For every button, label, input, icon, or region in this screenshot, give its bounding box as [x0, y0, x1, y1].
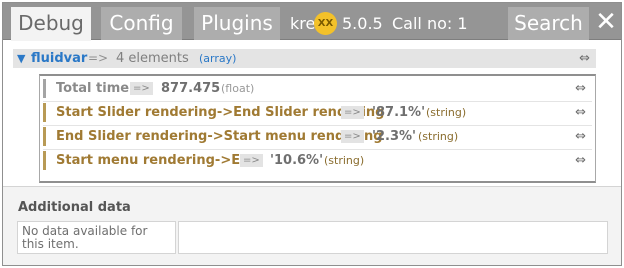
row-divider: [43, 149, 592, 150]
row-divider: [43, 125, 592, 126]
tab-debug[interactable]: Debug: [11, 7, 91, 41]
debug-panel: Debug Config Plugins kre XX 5.0.5 Call n…: [2, 2, 622, 266]
no-data-message: No data available for this item.: [17, 221, 176, 254]
additional-data-section: Additional data No data available for th…: [3, 186, 621, 265]
item-key: End Slider rendering->Start menu renderi…: [56, 129, 383, 144]
additional-data-title: Additional data: [18, 200, 131, 215]
arrow-operator: =>: [341, 130, 364, 143]
type-label: (string): [426, 106, 467, 119]
item-key: Start menu rendering->End: [56, 153, 259, 168]
expand-icon[interactable]: ⇔: [575, 151, 586, 170]
tab-config[interactable]: Config: [101, 7, 182, 40]
collapse-arrow-icon[interactable]: ▼: [17, 49, 25, 68]
xx-badge-icon: XX: [314, 12, 337, 35]
detail-box: [178, 221, 608, 254]
list-item[interactable]: Start Slider rendering->End Slider rende…: [43, 103, 592, 122]
item-key: Total time: [56, 81, 130, 96]
version-label: 5.0.5: [342, 14, 383, 33]
item-value: '87.1%': [372, 105, 426, 120]
kre-label: kre: [290, 14, 316, 33]
variable-children: Total time => 877.475 (float) ⇔ Start Sl…: [39, 74, 596, 183]
item-key: Start Slider rendering->End Slider rende…: [56, 105, 385, 120]
toolbar: Debug Config Plugins kre XX 5.0.5 Call n…: [3, 3, 621, 41]
expand-icon[interactable]: ⇔: [575, 79, 586, 98]
item-value: 877.475: [161, 81, 221, 96]
item-value: '2.3%': [372, 129, 417, 144]
expand-icon[interactable]: ⇔: [575, 103, 586, 122]
row-divider: [43, 101, 592, 102]
call-number: Call no: 1: [392, 14, 468, 33]
tab-plugins[interactable]: Plugins: [194, 7, 280, 40]
type-label: (array): [199, 52, 237, 65]
list-item[interactable]: Start menu rendering->End => '10.6%' (st…: [43, 151, 592, 170]
expand-icon[interactable]: ⇔: [579, 49, 590, 68]
variable-row-fluidvar[interactable]: ▼ fluidvar => 4 elements (array) ⇔: [13, 49, 596, 68]
type-label: (float): [221, 82, 255, 95]
tab-search[interactable]: Search: [508, 7, 589, 40]
type-label: (string): [324, 154, 365, 167]
variable-name: fluidvar: [31, 51, 88, 66]
close-icon[interactable]: ✕: [592, 7, 620, 40]
arrow-operator: =>: [341, 106, 364, 119]
item-value: '10.6%': [270, 153, 324, 168]
expand-icon[interactable]: ⇔: [575, 127, 586, 146]
debug-content: ▼ fluidvar => 4 elements (array) ⇔ Total…: [3, 41, 621, 184]
arrow-operator: =>: [88, 51, 109, 65]
list-item[interactable]: Total time => 877.475 (float) ⇔: [43, 79, 592, 98]
list-item[interactable]: End Slider rendering->Start menu renderi…: [43, 127, 592, 146]
arrow-operator: =>: [130, 82, 153, 95]
arrow-operator: =>: [240, 154, 263, 167]
element-count: 4 elements: [116, 51, 189, 66]
type-label: (string): [418, 130, 459, 143]
